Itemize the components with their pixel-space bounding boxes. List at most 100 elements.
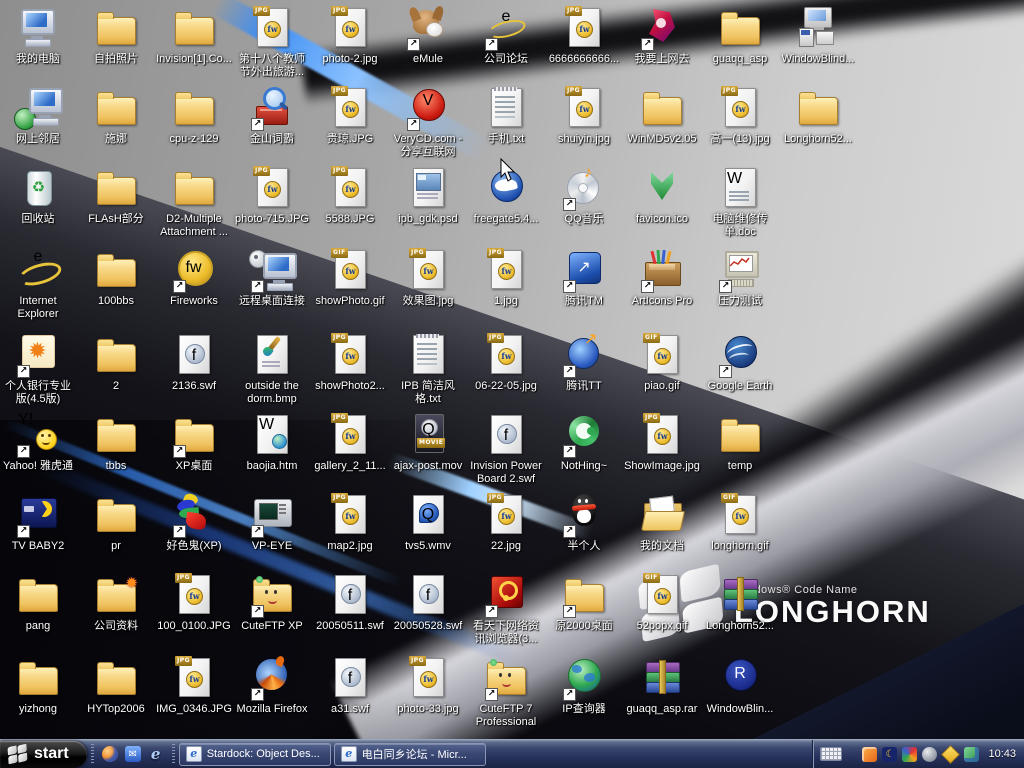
desktop-icon[interactable]: JPGfw100_0100.JPG: [156, 573, 232, 633]
desktop-icon[interactable]: RWindowBlin...: [702, 656, 778, 716]
desktop-icon[interactable]: JPGfwgallery_2_11...: [312, 413, 388, 473]
desktop-icon[interactable]: ↗金山词霸: [234, 86, 310, 146]
desktop-icon[interactable]: GIFfwpiao.gif: [624, 333, 700, 393]
desktop-icon[interactable]: tbbs: [78, 413, 154, 473]
desktop-icon[interactable]: JPGfw高一(13).jpg: [702, 86, 778, 146]
desktop-icon[interactable]: e↗公司论坛: [468, 6, 544, 66]
desktop-icon[interactable]: ipb_gdk.psd: [390, 166, 466, 226]
desktop-icon[interactable]: 手机.txt: [468, 86, 544, 146]
desktop-icon[interactable]: 我的文档: [624, 493, 700, 553]
desktop-icon[interactable]: ↗压力测试: [702, 248, 778, 308]
desktop-icon[interactable]: JPGfw5588.JPG: [312, 166, 388, 226]
desktop-icon[interactable]: ↗VP-EYE: [234, 493, 310, 553]
desktop-icon[interactable]: JPGfw第十八个教师节外出旅游...: [234, 6, 310, 79]
desktop-icon[interactable]: JPGfw06-22-05.jpg: [468, 333, 544, 393]
desktop-icon[interactable]: guaqq_asp.rar: [624, 656, 700, 716]
desktop-icon[interactable]: ↗CuteFTP XP: [234, 573, 310, 633]
desktop-icon[interactable]: ↗NotHing~: [546, 413, 622, 473]
desktop-icon[interactable]: favicon.ico: [624, 166, 700, 226]
desktop-icon[interactable]: ♪↗QQ音乐: [546, 166, 622, 226]
desktop-icon[interactable]: freegate5.4...: [468, 166, 544, 226]
outlook-express-icon[interactable]: ✉: [125, 746, 141, 762]
desktop-icon[interactable]: Wbaojia.htm: [234, 413, 310, 473]
desktop-icon[interactable]: Longhorn52...: [780, 86, 856, 146]
desktop-icon[interactable]: JPGfw1.jpg: [468, 248, 544, 308]
desktop-icon[interactable]: ↗Mozilla Firefox: [234, 656, 310, 716]
desktop-icon[interactable]: ↗ArtIcons Pro: [624, 248, 700, 308]
desktop-icon[interactable]: ↗XP桌面: [156, 413, 232, 473]
desktop-icon[interactable]: ↗Google Earth: [702, 333, 778, 393]
desktop-icon[interactable]: JPGfwshuiyin.jpg: [546, 86, 622, 146]
desktop-icon[interactable]: Qtvs5.wmv: [390, 493, 466, 553]
desktop-icon[interactable]: ↗eMule: [390, 6, 466, 66]
desktop-icon[interactable]: JPGfwphoto-2.jpg: [312, 6, 388, 66]
start-button[interactable]: start: [0, 741, 87, 768]
graphics-tray-icon[interactable]: [862, 747, 877, 762]
desktop-icon[interactable]: pr: [78, 493, 154, 553]
desktop-icon[interactable]: JPGfwshowPhoto2...: [312, 333, 388, 393]
taskband-grip[interactable]: [172, 744, 175, 764]
desktop-icon[interactable]: ↗看天下网络资讯浏览器(3...: [468, 573, 544, 646]
volume-tray-icon[interactable]: [922, 747, 937, 762]
desktop-icon[interactable]: JPGfw22.jpg: [468, 493, 544, 553]
desktop-icon[interactable]: eInternet Explorer: [0, 248, 76, 321]
desktop-icon[interactable]: JPGfw贵琼.JPG: [312, 86, 388, 146]
quick-launch-grip[interactable]: [91, 744, 94, 764]
internet-explorer-icon[interactable]: e: [148, 746, 164, 762]
desktop-icon[interactable]: GIFfwshowPhoto.gif: [312, 248, 388, 308]
desktop-icon[interactable]: guaqq_asp: [702, 6, 778, 66]
desktop-icon[interactable]: 我的电脑: [0, 6, 76, 66]
desktop-icon[interactable]: JPGfwphoto-715.JPG: [234, 166, 310, 226]
desktop-icon[interactable]: D2-Multiple Attachment ...: [156, 166, 232, 239]
desktop-icon[interactable]: GIFfwlonghorn.gif: [702, 493, 778, 553]
qq-cube-tray-icon[interactable]: [902, 747, 917, 762]
desktop-icon[interactable]: ↗↗腾讯TM: [546, 248, 622, 308]
desktop-icon[interactable]: 自拍照片: [78, 6, 154, 66]
desktop-icon[interactable]: ↗CuteFTP 7 Professional: [468, 656, 544, 729]
flashget-icon[interactable]: [102, 746, 118, 762]
desktop-icon[interactable]: V↗VeryCD.com - 分享互联网: [390, 86, 466, 159]
desktop-icon[interactable]: JPGfw效果图.jpg: [390, 248, 466, 308]
desktop-icon[interactable]: fw↗Fireworks: [156, 248, 232, 308]
desktop-icon[interactable]: 施娜: [78, 86, 154, 146]
desktop-icon[interactable]: pang: [0, 573, 76, 633]
desktop-icon[interactable]: WindowBlind...: [780, 6, 856, 66]
task-button[interactable]: e 电白同乡论坛 - Micr...: [334, 743, 486, 766]
desktop-icon[interactable]: QMOVIEajax-post.mov: [390, 413, 466, 473]
desktop-icon[interactable]: JPGfw6666666666...: [546, 6, 622, 66]
desktop-icon[interactable]: GIFfw52popx.gif: [624, 573, 700, 633]
desktop-icon[interactable]: JPGfwphoto-33.jpg: [390, 656, 466, 716]
desktop-icon[interactable]: ♻回收站: [0, 166, 76, 226]
desktop-icon[interactable]: ↗半个人: [546, 493, 622, 553]
network-tray-icon[interactable]: [964, 747, 979, 762]
desktop-icon[interactable]: cpu-z-129: [156, 86, 232, 146]
desktop-icon[interactable]: HYTop2006: [78, 656, 154, 716]
desktop-icon[interactable]: 100bbs: [78, 248, 154, 308]
messenger-tray-icon[interactable]: [942, 745, 961, 764]
desktop-icon[interactable]: Longhorn52...: [702, 573, 778, 633]
desktop-icon[interactable]: fa31.swf: [312, 656, 388, 716]
desktop-icon[interactable]: fInvision Power Board 2.swf: [468, 413, 544, 486]
desktop-icon[interactable]: Y!↗Yahoo! 雅虎通: [0, 413, 76, 473]
desktop-icon[interactable]: ↗↗腾讯TT: [546, 333, 622, 393]
desktop-icon[interactable]: 网上邻居: [0, 86, 76, 146]
desktop-icon[interactable]: yizhong: [0, 656, 76, 716]
desktop-icon[interactable]: W电脑维修传单.doc: [702, 166, 778, 239]
desktop-icon[interactable]: ↗好色鬼(XP): [156, 493, 232, 553]
keyboard-icon[interactable]: [820, 747, 842, 761]
desktop-icon[interactable]: JPGfwIMG_0346.JPG: [156, 656, 232, 716]
desktop-icon[interactable]: JPGfwmap2.jpg: [312, 493, 388, 553]
desktop-icon[interactable]: outside the dorm.bmp: [234, 333, 310, 406]
desktop-icon[interactable]: ✹↗个人银行专业版(4.5版): [0, 333, 76, 406]
desktop-icon[interactable]: temp: [702, 413, 778, 473]
desktop-icon[interactable]: ↗我要上网去: [624, 6, 700, 66]
task-button[interactable]: e Stardock: Object Des...: [179, 743, 331, 766]
desktop-icon[interactable]: ↗原2000桌面: [546, 573, 622, 633]
desktop-icon[interactable]: f20050528.swf: [390, 573, 466, 633]
desktop-icon[interactable]: IPB 简洁风格.txt: [390, 333, 466, 406]
desktop-icon[interactable]: f20050511.swf: [312, 573, 388, 633]
desktop-icon[interactable]: ↗TV BABY2: [0, 493, 76, 553]
desktop-icon[interactable]: JPGfwShowImage.jpg: [624, 413, 700, 473]
desktop-icon[interactable]: ↗IP查询器: [546, 656, 622, 716]
tvbaby-tray-icon[interactable]: ☾: [882, 747, 897, 762]
